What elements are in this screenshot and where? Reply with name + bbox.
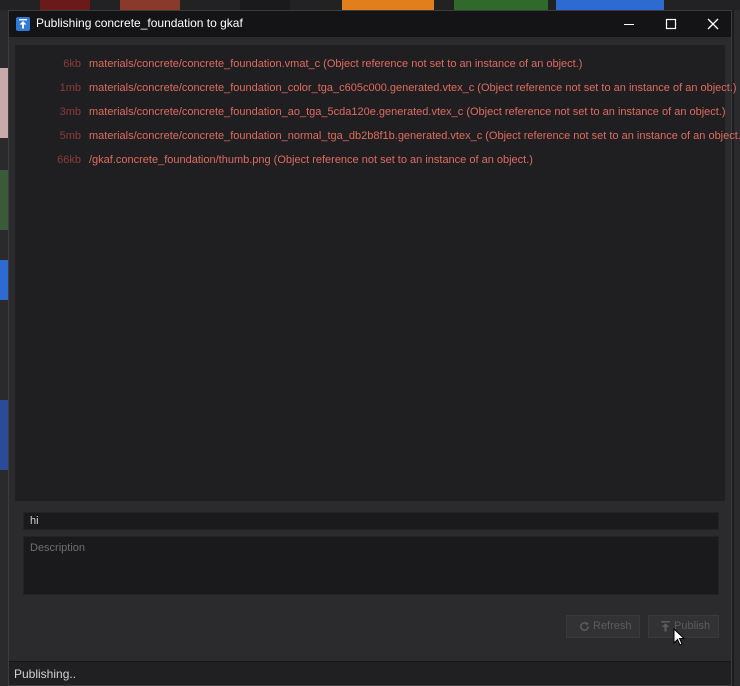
file-size: 3mb bbox=[59, 106, 81, 118]
error-message: /gkaf.concrete_foundation/thumb.png (Obj… bbox=[89, 154, 533, 166]
file-size: 66kb bbox=[57, 154, 81, 166]
file-size: 5mb bbox=[59, 130, 81, 142]
error-message: materials/concrete/concrete_foundation_c… bbox=[89, 82, 737, 94]
error-message: materials/concrete/concrete_foundation_a… bbox=[89, 106, 726, 118]
upload-icon bbox=[16, 17, 30, 31]
file-size: 1mb bbox=[59, 82, 81, 94]
title-bar[interactable]: Publishing concrete_foundation to gkaf bbox=[9, 11, 731, 37]
window-title: Publishing concrete_foundation to gkaf bbox=[36, 16, 243, 30]
background-tile bbox=[240, 0, 290, 10]
status-bar: Publishing.. bbox=[9, 661, 731, 685]
title-input[interactable] bbox=[23, 512, 719, 530]
file-size: 6kb bbox=[63, 58, 81, 70]
error-message: materials/concrete/concrete_foundation_n… bbox=[89, 130, 740, 142]
background-app-strip bbox=[0, 0, 740, 10]
background-tile bbox=[40, 0, 90, 10]
maximize-icon bbox=[665, 18, 677, 30]
background-tile bbox=[556, 0, 664, 10]
log-entry: 66kb /gkaf.concrete_foundation/thumb.png… bbox=[15, 154, 725, 170]
background-tile bbox=[342, 0, 434, 10]
publish-log[interactable]: 6kb materials/concrete/concrete_foundati… bbox=[15, 45, 740, 501]
log-entry: 3mb materials/concrete/concrete_foundati… bbox=[15, 106, 726, 122]
background-app-left-edge bbox=[0, 10, 8, 686]
publish-dialog: Publishing concrete_foundation to gkaf 6… bbox=[8, 10, 740, 686]
close-icon bbox=[707, 18, 719, 30]
background-tile bbox=[120, 0, 180, 10]
background-tile bbox=[0, 170, 8, 230]
mouse-cursor-icon bbox=[673, 628, 685, 646]
background-tile bbox=[0, 68, 8, 138]
close-button[interactable] bbox=[691, 11, 733, 37]
background-app-right-edge bbox=[734, 10, 740, 686]
background-tile bbox=[0, 400, 8, 470]
minimize-button[interactable] bbox=[607, 11, 649, 37]
status-text: Publishing.. bbox=[14, 667, 77, 681]
log-entry: 6kb materials/concrete/concrete_foundati… bbox=[15, 58, 725, 74]
maximize-button[interactable] bbox=[649, 11, 691, 37]
log-entry: 5mb materials/concrete/concrete_foundati… bbox=[15, 130, 740, 146]
description-field[interactable] bbox=[23, 536, 719, 595]
background-tile bbox=[0, 260, 8, 300]
upload-icon bbox=[661, 621, 670, 632]
error-message: materials/concrete/concrete_foundation.v… bbox=[89, 58, 583, 70]
refresh-label: Refresh bbox=[593, 620, 632, 632]
refresh-icon bbox=[580, 621, 589, 631]
refresh-button[interactable]: Refresh bbox=[566, 615, 640, 638]
minimize-icon bbox=[624, 24, 634, 25]
background-tile bbox=[454, 0, 548, 10]
log-entry: 1mb materials/concrete/concrete_foundati… bbox=[15, 82, 737, 98]
